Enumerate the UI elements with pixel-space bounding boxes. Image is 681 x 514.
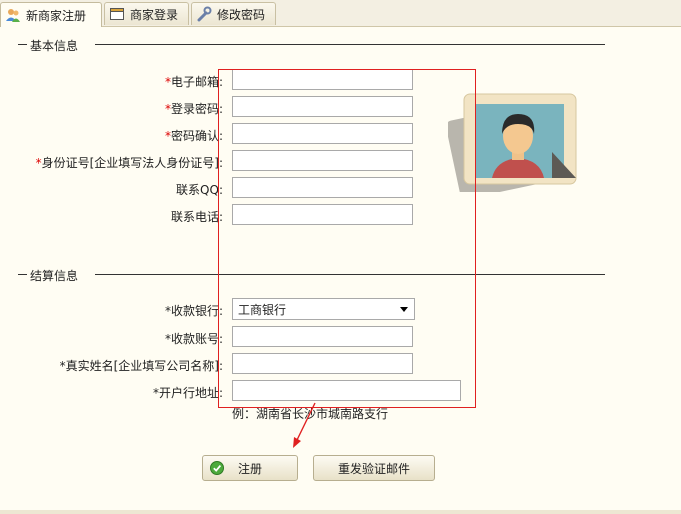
bank-select[interactable]: 工商银行 [232, 298, 415, 320]
tab-change-password[interactable]: 修改密码 [191, 2, 276, 25]
section-rule [95, 44, 605, 45]
bank-selected-value: 工商银行 [238, 302, 287, 317]
password-field[interactable] [232, 96, 413, 117]
profile-card-icon [445, 93, 577, 200]
wrench-icon [196, 6, 212, 22]
users-icon [5, 7, 21, 23]
tab-merchant-login[interactable]: 商家登录 [104, 2, 189, 25]
tab-label: 新商家注册 [26, 8, 87, 23]
password-confirm-label: *密码确认: [164, 129, 223, 143]
tab-bar: 新商家注册 商家登录 修改密码 [0, 0, 681, 27]
phone-field[interactable] [232, 204, 413, 225]
resend-verification-button[interactable]: 重发验证邮件 [313, 455, 435, 481]
settle-section-title: 结算信息 [30, 269, 79, 283]
qq-field[interactable] [232, 177, 413, 198]
section-rule [95, 274, 605, 275]
phone-label: 联系电话: [170, 210, 223, 224]
basic-section-title: 基本信息 [30, 39, 79, 53]
id-number-label: *身份证号[企业填写法人身份证号]: [35, 156, 223, 170]
tab-label: 修改密码 [217, 7, 266, 22]
tab-merchant-register[interactable]: 新商家注册 [0, 2, 102, 27]
annotation-arrow-icon [293, 402, 316, 448]
account-label: *收款账号: [164, 332, 223, 346]
real-name-field[interactable] [232, 353, 413, 374]
bank-address-label: *开户行地址: [152, 386, 223, 400]
avatar [445, 92, 578, 200]
section-rule-left [18, 44, 27, 45]
resend-button-label: 重发验证邮件 [337, 461, 410, 476]
register-button-label: 注册 [237, 461, 262, 476]
password-label: *登录密码: [164, 102, 223, 116]
qq-label: 联系QQ: [176, 183, 223, 197]
password-confirm-field[interactable] [232, 123, 413, 144]
account-field[interactable] [232, 326, 413, 347]
tab-label: 商家登录 [130, 7, 179, 22]
real-name-label: *真实姓名[企业填写公司名称]: [59, 359, 223, 373]
email-field[interactable] [232, 69, 413, 90]
id-number-field[interactable] [232, 150, 413, 171]
bank-address-field[interactable] [232, 380, 461, 401]
bank-label: *收款银行: [164, 304, 223, 318]
register-button[interactable]: 注册 [202, 455, 298, 481]
section-rule-left [18, 274, 27, 275]
email-label: *电子邮箱: [164, 75, 223, 89]
bottom-border [0, 510, 681, 514]
window-icon [109, 6, 125, 22]
check-icon [210, 461, 224, 475]
chevron-down-icon [400, 307, 408, 312]
